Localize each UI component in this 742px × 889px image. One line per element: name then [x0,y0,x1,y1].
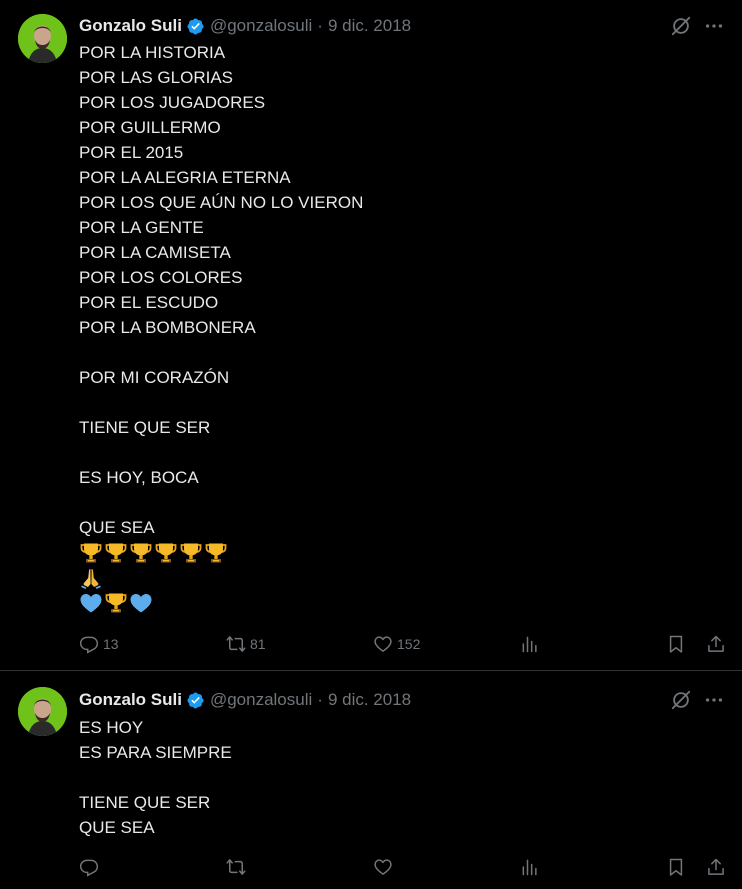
author-name[interactable]: Gonzalo Suli [79,690,182,710]
tweet[interactable]: Gonzalo Suli @gonzalosuli · 9 dic. 2018 … [0,671,742,889]
grok-icon [671,690,691,710]
text-line: ES PARA SIEMPRE [79,743,232,762]
verified-badge-icon [186,691,205,710]
grok-button[interactable] [669,14,693,38]
trophy-emoji-icon [104,541,128,565]
tweet-actions: 13 81 152 [0,631,742,657]
blue-heart-emoji-icon [129,591,153,615]
views-chart-icon [522,636,537,653]
reply-button[interactable]: 13 [79,631,119,657]
trophy-emoji-icon [79,541,103,565]
text-line: POR LA BOMBONERA [79,318,256,337]
tweet-actions [0,854,742,880]
blue-heart-emoji-icon [79,591,103,615]
folded-hands-emoji-icon [79,566,103,590]
views-button[interactable] [520,854,540,880]
grok-button[interactable] [669,688,693,712]
share-icon [708,858,724,875]
views-chart-icon [522,859,537,876]
bookmark-button[interactable] [666,631,686,657]
more-dots-icon [705,698,723,702]
text-line: ES HOY [79,718,144,737]
bookmark-icon [669,635,683,653]
retweet-button[interactable]: 81 [226,631,266,657]
views-button[interactable] [520,631,540,657]
reply-icon [79,859,99,877]
trophy-emoji-icon [129,541,153,565]
retweet-icon [226,636,246,652]
like-count: 152 [397,636,421,652]
more-options-button[interactable] [702,688,726,712]
more-dots-icon [705,24,723,28]
like-button[interactable]: 152 [373,631,420,657]
trophy-emoji-icon [154,541,178,565]
trophy-emoji-icon [204,541,228,565]
share-icon [708,635,724,652]
heart-icon [374,636,392,652]
text-line: POR LOS JUGADORES [79,93,266,112]
text-line: POR LA ALEGRIA ETERNA [79,168,291,187]
verified-badge-icon [186,17,205,36]
text-line: POR LOS COLORES [79,268,243,287]
reply-button[interactable] [79,854,103,880]
text-line: QUE SEA [79,818,155,837]
tweet-header: Gonzalo Suli @gonzalosuli · 9 dic. 2018 [79,689,411,711]
heart-icon [374,859,392,875]
avatar-photo-icon [18,14,67,63]
tweet-date[interactable]: 9 dic. 2018 [328,16,411,36]
retweet-count: 81 [250,636,266,652]
separator-dot: · [317,16,323,35]
share-button[interactable] [706,631,726,657]
tweet-header: Gonzalo Suli @gonzalosuli · 9 dic. 2018 [79,15,411,37]
more-options-button[interactable] [702,14,726,38]
text-line: POR EL ESCUDO [79,293,219,312]
reply-icon [79,636,99,654]
bookmark-button[interactable] [666,854,686,880]
tweet-text: ES HOY ES PARA SIEMPRE TIENE QUE SER QUE… [79,715,719,840]
text-line: TIENE QUE SER [79,793,211,812]
retweet-button[interactable] [226,854,250,880]
reply-count: 13 [103,636,119,652]
trophy-emoji-icon [179,541,203,565]
text-line: POR LA CAMISETA [79,243,231,262]
avatar[interactable] [18,687,67,736]
text-line: TIENE QUE SER [79,418,211,437]
author-handle[interactable]: @gonzalosuli [210,16,312,36]
tweet-date[interactable]: 9 dic. 2018 [328,690,411,710]
emoji-line [79,590,719,615]
author-name[interactable]: Gonzalo Suli [79,16,182,36]
tweet-text: POR LA HISTORIA POR LAS GLORIAS POR LOS … [79,40,719,615]
text-line: POR MI CORAZÓN [79,368,230,387]
text-line: POR GUILLERMO [79,118,221,137]
text-line: QUE SEA [79,518,155,537]
like-button[interactable] [373,854,397,880]
trophy-emoji-icon [104,591,128,615]
author-handle[interactable]: @gonzalosuli [210,690,312,710]
grok-icon [671,16,691,36]
text-line: POR EL 2015 [79,143,184,162]
avatar-photo-icon [18,687,67,736]
text-line: POR LA HISTORIA [79,43,226,62]
share-button[interactable] [706,854,726,880]
text-line: ES HOY, BOCA [79,468,199,487]
separator-dot: · [317,690,323,709]
text-line: POR LAS GLORIAS [79,68,233,87]
emoji-line [79,540,719,565]
tweet[interactable]: Gonzalo Suli @gonzalosuli · 9 dic. 2018 … [0,0,742,671]
text-line: POR LA GENTE [79,218,204,237]
bookmark-icon [669,858,683,876]
avatar[interactable] [18,14,67,63]
retweet-icon [226,859,246,875]
text-line: POR LOS QUE AÚN NO LO VIERON [79,193,364,212]
emoji-line [79,565,719,590]
